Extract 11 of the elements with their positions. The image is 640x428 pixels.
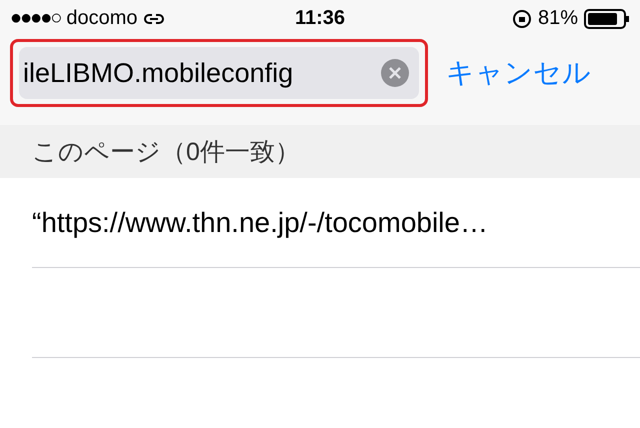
search-field[interactable]: ileLIBMO.mobileconfig [19, 47, 419, 99]
battery-percent: 81% [538, 7, 578, 30]
section-header: このページ（0件一致） [32, 137, 300, 168]
signal-strength: ●●●●○ [10, 7, 60, 30]
rotation-lock-icon [512, 8, 532, 28]
clock-time: 11:36 [294, 7, 346, 30]
carrier-name: docomo [66, 7, 138, 30]
cancel-button[interactable]: キャンセル [446, 54, 591, 92]
clear-icon[interactable] [381, 59, 409, 87]
battery-icon [584, 8, 630, 28]
result-text[interactable]: “https://www.thn.ne.jp/-/tocomobile… [32, 206, 488, 238]
